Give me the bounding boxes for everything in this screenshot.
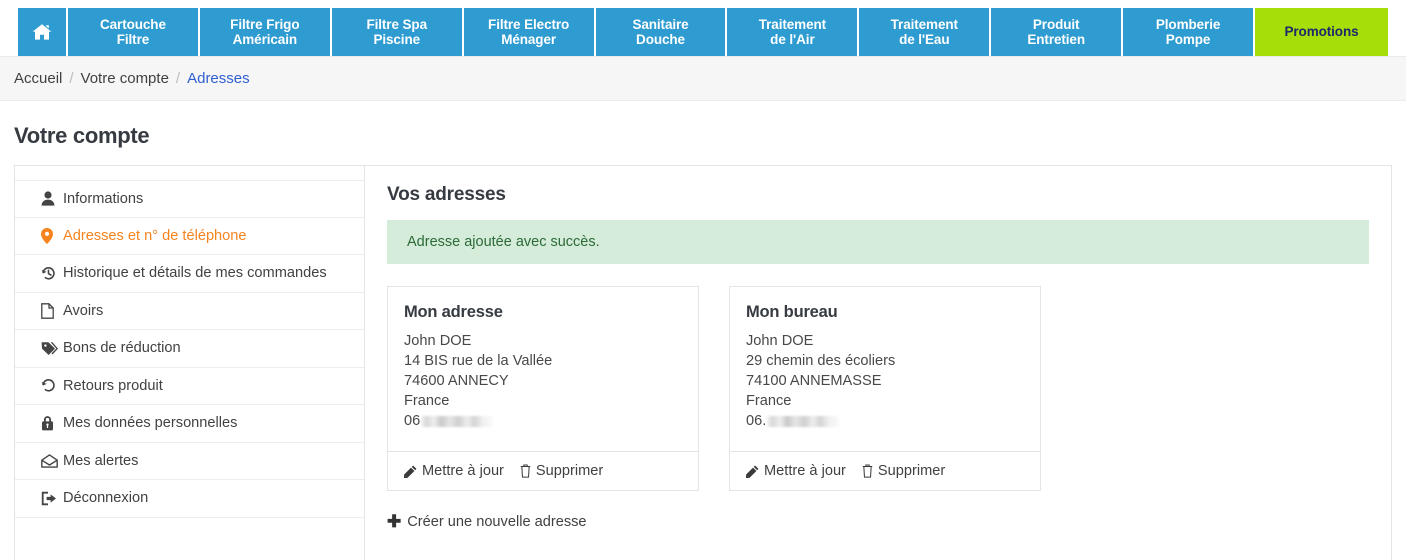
sidebar-item-mes-alertes[interactable]: Mes alertes xyxy=(15,443,364,481)
address-phone-redacted xyxy=(767,416,839,427)
breadcrumb-item-votre-compte[interactable]: Votre compte xyxy=(81,70,169,87)
delete-address-label: Supprimer xyxy=(878,463,945,479)
address-phone: 06 xyxy=(404,411,682,431)
addresses-content: Vos adresses Adresse ajoutée avec succès… xyxy=(365,166,1391,560)
address-recipient-name: John DOE xyxy=(746,331,1024,351)
address-card-list: Mon adresse John DOE 14 BIS rue de la Va… xyxy=(387,286,1369,491)
nav-item-sanitaire-douche[interactable]: Sanitaire Douche xyxy=(594,8,726,56)
sidebar-item-historique[interactable]: Historique et détails de mes commandes xyxy=(15,255,364,293)
sidebar-item-avoirs[interactable]: Avoirs xyxy=(15,293,364,331)
address-street: 14 BIS rue de la Vallée xyxy=(404,351,682,371)
user-icon xyxy=(41,191,63,206)
address-city: 74100 ANNEMASSE xyxy=(746,371,1024,391)
sidebar-item-informations[interactable]: Informations xyxy=(15,180,364,218)
undo-icon xyxy=(41,378,63,393)
breadcrumb-item-adresses: Adresses xyxy=(187,70,250,87)
account-panel: Informations Adresses et n° de téléphone… xyxy=(14,165,1392,560)
lock-icon xyxy=(41,415,63,431)
nav-item-filtre-frigo-americain[interactable]: Filtre Frigo Américain xyxy=(198,8,330,56)
pencil-icon xyxy=(746,465,759,478)
sidebar-item-adresses[interactable]: Adresses et n° de téléphone xyxy=(15,218,364,256)
sidebar-item-label: Bons de réduction xyxy=(63,340,181,356)
update-address-button[interactable]: Mettre à jour xyxy=(746,463,846,479)
sidebar-item-label: Adresses et n° de téléphone xyxy=(63,228,247,244)
sign-out-icon xyxy=(41,491,63,506)
address-card-title: Mon adresse xyxy=(404,303,682,322)
address-phone: 06. xyxy=(746,411,1024,431)
sidebar-item-mes-donnees-personnelles[interactable]: Mes données personnelles xyxy=(15,405,364,443)
address-phone-prefix: 06 xyxy=(404,413,420,429)
breadcrumb-separator: / xyxy=(69,70,73,87)
address-phone-redacted xyxy=(421,416,493,427)
account-sidebar: Informations Adresses et n° de téléphone… xyxy=(15,166,365,560)
sidebar-item-bons-de-reduction[interactable]: Bons de réduction xyxy=(15,330,364,368)
success-alert: Adresse ajoutée avec succès. xyxy=(387,220,1369,264)
pencil-icon xyxy=(404,465,417,478)
address-country: France xyxy=(746,391,1024,411)
address-card: Mon bureau John DOE 29 chemin des écolie… xyxy=(729,286,1041,491)
delete-address-button[interactable]: Supprimer xyxy=(520,463,603,479)
delete-address-label: Supprimer xyxy=(536,463,603,479)
update-address-label: Mettre à jour xyxy=(764,463,846,479)
nav-item-cartouche-filtre[interactable]: Cartouche Filtre xyxy=(66,8,198,56)
page-title: Votre compte xyxy=(0,101,1406,165)
sidebar-item-label: Mes données personnelles xyxy=(63,415,237,431)
tags-icon xyxy=(41,341,63,356)
sidebar-item-label: Retours produit xyxy=(63,378,163,394)
sidebar-item-label: Mes alertes xyxy=(63,453,138,469)
address-street: 29 chemin des écoliers xyxy=(746,351,1024,371)
address-card-body: Mon bureau John DOE 29 chemin des écolie… xyxy=(730,287,1040,451)
sidebar-item-label: Informations xyxy=(63,191,143,207)
trash-icon xyxy=(862,464,873,478)
history-icon xyxy=(41,266,63,281)
map-pin-icon xyxy=(41,228,63,244)
section-title: Vos adresses xyxy=(387,184,1369,206)
nav-item-plomberie-pompe[interactable]: Plomberie Pompe xyxy=(1121,8,1253,56)
envelope-open-icon xyxy=(41,454,63,468)
trash-icon xyxy=(520,464,531,478)
home-icon xyxy=(32,8,52,56)
nav-item-filtre-electro-menager[interactable]: Filtre Electro Ménager xyxy=(462,8,594,56)
sidebar-item-deconnexion[interactable]: Déconnexion xyxy=(15,480,364,518)
create-new-address-label: Créer une nouvelle adresse xyxy=(407,514,586,530)
main-navigation: Cartouche Filtre Filtre Frigo Américain … xyxy=(0,0,1406,56)
address-city: 74600 ANNECY xyxy=(404,371,682,391)
address-card-body: Mon adresse John DOE 14 BIS rue de la Va… xyxy=(388,287,698,451)
create-new-address-button[interactable]: ✚ Créer une nouvelle adresse xyxy=(387,513,587,530)
address-card-actions: Mettre à jour Supprimer xyxy=(388,451,698,490)
update-address-label: Mettre à jour xyxy=(422,463,504,479)
nav-item-home[interactable] xyxy=(18,8,66,56)
address-phone-prefix: 06. xyxy=(746,413,766,429)
address-card-title: Mon bureau xyxy=(746,303,1024,322)
sidebar-item-label: Avoirs xyxy=(63,303,103,319)
update-address-button[interactable]: Mettre à jour xyxy=(404,463,504,479)
nav-item-promotions[interactable]: Promotions xyxy=(1253,8,1388,56)
sidebar-item-label: Déconnexion xyxy=(63,490,148,506)
success-alert-message: Adresse ajoutée avec succès. xyxy=(407,234,600,250)
plus-icon: ✚ xyxy=(387,513,401,530)
breadcrumb-separator: / xyxy=(176,70,180,87)
address-recipient-name: John DOE xyxy=(404,331,682,351)
nav-item-filtre-spa-piscine[interactable]: Filtre Spa Piscine xyxy=(330,8,462,56)
address-card-actions: Mettre à jour Supprimer xyxy=(730,451,1040,490)
breadcrumb: Accueil / Votre compte / Adresses xyxy=(0,56,1406,101)
delete-address-button[interactable]: Supprimer xyxy=(862,463,945,479)
address-country: France xyxy=(404,391,682,411)
sidebar-item-retours-produit[interactable]: Retours produit xyxy=(15,368,364,406)
document-icon xyxy=(41,303,63,319)
sidebar-item-label: Historique et détails de mes commandes xyxy=(63,265,327,281)
breadcrumb-item-accueil[interactable]: Accueil xyxy=(14,70,62,87)
nav-item-produit-entretien[interactable]: Produit Entretien xyxy=(989,8,1121,56)
nav-item-traitement-de-leau[interactable]: Traitement de l'Eau xyxy=(857,8,989,56)
address-card: Mon adresse John DOE 14 BIS rue de la Va… xyxy=(387,286,699,491)
nav-item-traitement-de-lair[interactable]: Traitement de l'Air xyxy=(725,8,857,56)
